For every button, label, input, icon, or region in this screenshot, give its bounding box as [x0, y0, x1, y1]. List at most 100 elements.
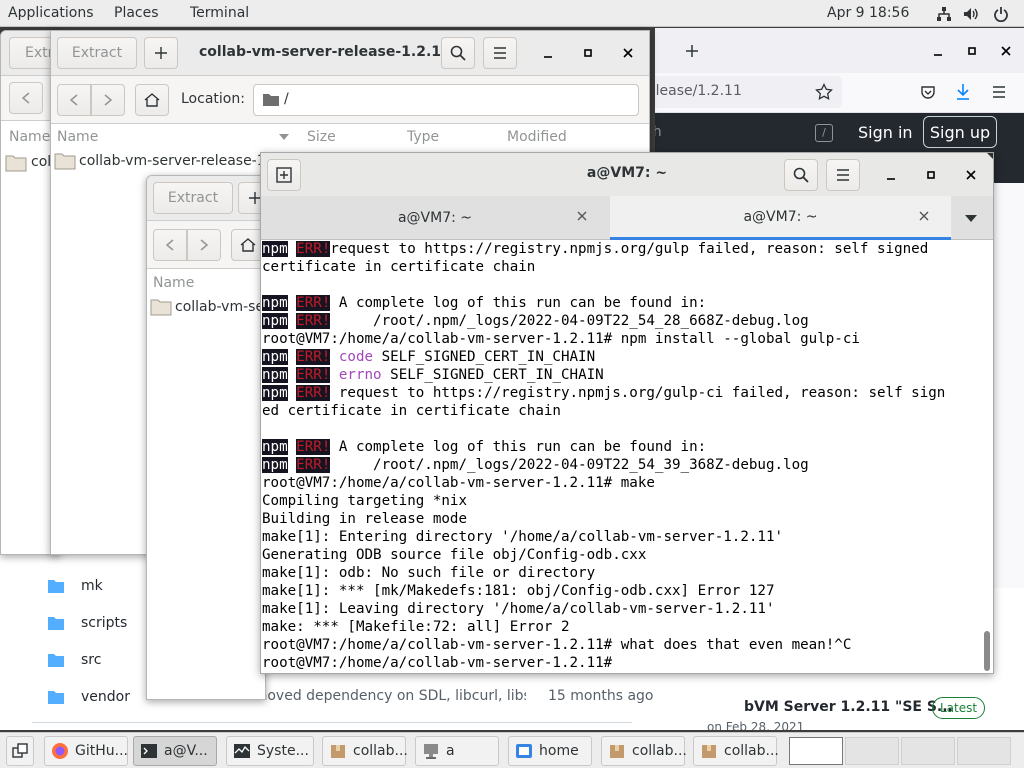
commit-message[interactable]: Removed dependency on SDL, libcurl, libs… [236, 688, 526, 704]
task-label: Syste... [257, 743, 309, 759]
location-field[interactable]: / [253, 84, 639, 116]
back-button[interactable] [57, 84, 91, 116]
places-menu[interactable]: Places [114, 5, 159, 21]
task-home[interactable]: home [508, 736, 592, 766]
extract-button[interactable]: Extract [153, 182, 233, 214]
column-header-name[interactable]: Name [153, 275, 194, 291]
add-button[interactable] [144, 37, 178, 69]
file-name[interactable]: mk [81, 578, 103, 594]
new-tab-icon[interactable] [682, 41, 702, 61]
power-icon[interactable] [993, 6, 1009, 22]
file-row[interactable]: collab-vm-se [175, 299, 264, 315]
task-firefox[interactable]: GitHu... [44, 736, 128, 766]
task-archive-1[interactable]: collab... [322, 736, 408, 766]
search-button[interactable] [784, 159, 818, 191]
minimize-icon[interactable] [538, 43, 558, 63]
task-a[interactable]: a [415, 736, 499, 766]
list-item[interactable]: src [48, 650, 101, 670]
header-bar: Extract [147, 176, 265, 221]
file-name[interactable]: src [81, 652, 101, 668]
list-item[interactable]: mk [48, 576, 103, 596]
task-archive-3[interactable]: collab... [693, 736, 779, 766]
network-icon[interactable] [936, 6, 952, 22]
applications-menu[interactable]: Applications [8, 5, 94, 21]
terminal-line: make[1]: *** [mk/Makedefs:181: obj/Confi… [262, 582, 981, 600]
task-system-monitor[interactable]: Syste... [226, 736, 314, 766]
column-header-name[interactable]: Name [9, 129, 50, 145]
nav-bar: Location: / [51, 76, 649, 124]
task-label: a [446, 743, 455, 759]
terminal-menu[interactable]: Terminal [190, 5, 249, 21]
maximize-icon[interactable] [578, 43, 598, 63]
terminal-tab-1[interactable]: a@VM7: ~ [261, 196, 609, 240]
column-header-type[interactable]: Type [407, 129, 439, 145]
workspace-2[interactable] [845, 737, 899, 765]
url-text: elease/1.2.11 [655, 83, 742, 99]
search-button[interactable] [441, 37, 475, 69]
file-name[interactable]: vendor [81, 689, 130, 705]
task-label: GitHu... [75, 743, 128, 759]
list-item[interactable]: scripts [48, 613, 127, 633]
extract-button[interactable]: Extract [57, 37, 137, 69]
close-icon[interactable] [996, 41, 1016, 61]
terminal-text: Building in release mode [262, 511, 467, 527]
search-field-partial[interactable]: ch [655, 124, 662, 140]
file-row[interactable]: collab-vm-server-release-1 [79, 153, 266, 169]
show-desktop-button[interactable] [6, 736, 34, 766]
back-button[interactable] [9, 82, 43, 114]
folder-icon [5, 155, 27, 172]
archive-icon [610, 745, 624, 758]
column-header-name[interactable]: Name [57, 129, 98, 145]
menu-button[interactable] [826, 159, 860, 191]
terminal-line: npm ERR! A complete log of this run can … [262, 294, 981, 312]
workspace-1[interactable] [789, 737, 843, 765]
close-icon[interactable] [961, 165, 981, 185]
maximize-icon[interactable] [962, 41, 982, 61]
workspace-4[interactable] [957, 737, 1011, 765]
sign-up-button[interactable]: Sign up [923, 116, 997, 148]
terminal-output[interactable]: npm ERR!request to https://registry.npmj… [261, 240, 981, 673]
sign-in-link[interactable]: Sign in [858, 123, 913, 142]
tab-close-icon[interactable] [577, 211, 587, 221]
close-icon[interactable] [618, 43, 638, 63]
bookmark-star-icon[interactable] [815, 83, 833, 101]
forward-button[interactable] [187, 229, 221, 261]
nav-bar [147, 221, 265, 269]
terminal-text: request to https://registry.npmjs.org/gu… [330, 385, 946, 401]
menu-icon[interactable] [992, 85, 1006, 99]
err-tag: ERR! [296, 439, 331, 455]
clock[interactable]: Apr 9 18:56 [827, 5, 909, 21]
home-button[interactable] [135, 84, 169, 116]
terminal-text: Compiling targeting *nix [262, 493, 467, 509]
minimize-icon[interactable] [881, 165, 901, 185]
task-terminal[interactable]: a@V... [133, 736, 217, 766]
scrollbar[interactable] [984, 631, 990, 671]
pocket-icon[interactable] [920, 84, 936, 100]
minimize-icon[interactable] [928, 41, 948, 61]
workspace-3[interactable] [901, 737, 955, 765]
task-label: home [539, 743, 579, 759]
download-icon[interactable] [955, 83, 971, 101]
err-tag: ERR! [296, 313, 331, 329]
url-bar[interactable]: elease/1.2.11 [655, 76, 842, 108]
back-button[interactable] [153, 229, 187, 261]
terminal-tab-2[interactable]: a@VM7: ~ [610, 196, 951, 240]
menu-button[interactable] [483, 37, 517, 69]
task-archive-2[interactable]: collab... [601, 736, 687, 766]
folder-icon [54, 153, 76, 170]
terminal-line: Generating ODB source file obj/Config-od… [262, 546, 981, 564]
forward-button[interactable] [91, 84, 125, 116]
file-name[interactable]: scripts [81, 615, 127, 631]
column-header-modified[interactable]: Modified [507, 129, 567, 145]
maximize-icon[interactable] [921, 165, 941, 185]
volume-icon[interactable] [963, 6, 979, 22]
terminal-line: npm ERR! errno SELF_SIGNED_CERT_IN_CHAIN [262, 366, 981, 384]
release-title[interactable]: bVM Server 1.2.11 "SE S... [744, 699, 953, 715]
list-item[interactable]: vendor [48, 687, 130, 707]
tab-close-icon[interactable] [919, 211, 929, 221]
column-header-size[interactable]: Size [307, 129, 336, 145]
tab-list-dropdown-icon[interactable] [965, 215, 977, 222]
